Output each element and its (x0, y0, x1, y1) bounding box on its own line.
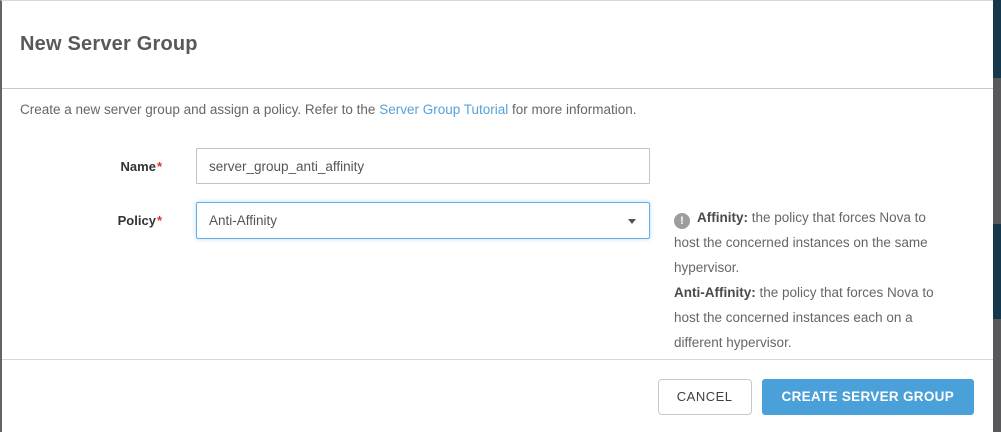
required-asterisk: * (157, 213, 162, 228)
caret-down-icon (628, 219, 636, 224)
create-server-group-button[interactable]: CREATE SERVER GROUP (762, 379, 974, 415)
background-accent (993, 0, 1001, 78)
description-text-before: Create a new server group and assign a p… (20, 102, 379, 117)
screen: New Server Group Create a new server gro… (0, 0, 1001, 432)
background-accent (993, 224, 1001, 319)
description-text-after: for more information. (508, 102, 636, 117)
server-group-tutorial-link[interactable]: Server Group Tutorial (379, 102, 508, 117)
name-input[interactable] (196, 148, 650, 184)
policy-select[interactable]: Anti-Affinity (196, 202, 650, 239)
help-item-anti-affinity: Anti-Affinity: the policy that forces No… (674, 280, 950, 355)
policy-select-value: Anti-Affinity (197, 203, 649, 238)
policy-label: Policy* (2, 213, 162, 228)
exclamation-circle-icon (674, 213, 690, 229)
cancel-button[interactable]: CANCEL (658, 379, 752, 415)
name-label: Name* (2, 159, 162, 174)
modal-footer: CANCEL CREATE SERVER GROUP (2, 359, 995, 432)
help-term: Affinity: (697, 210, 748, 225)
name-label-text: Name (121, 159, 156, 174)
new-server-group-modal: New Server Group Create a new server gro… (0, 0, 993, 432)
page-background-strip (993, 0, 1001, 432)
required-asterisk: * (157, 159, 162, 174)
modal-description: Create a new server group and assign a p… (20, 102, 637, 117)
modal-header: New Server Group (2, 1, 993, 89)
policy-help-text: Affinity: the policy that forces Nova to… (674, 205, 950, 355)
help-item-affinity: Affinity: the policy that forces Nova to… (674, 205, 950, 280)
modal-title: New Server Group (20, 33, 198, 56)
help-term: Anti-Affinity: (674, 285, 756, 300)
policy-label-text: Policy (118, 213, 156, 228)
